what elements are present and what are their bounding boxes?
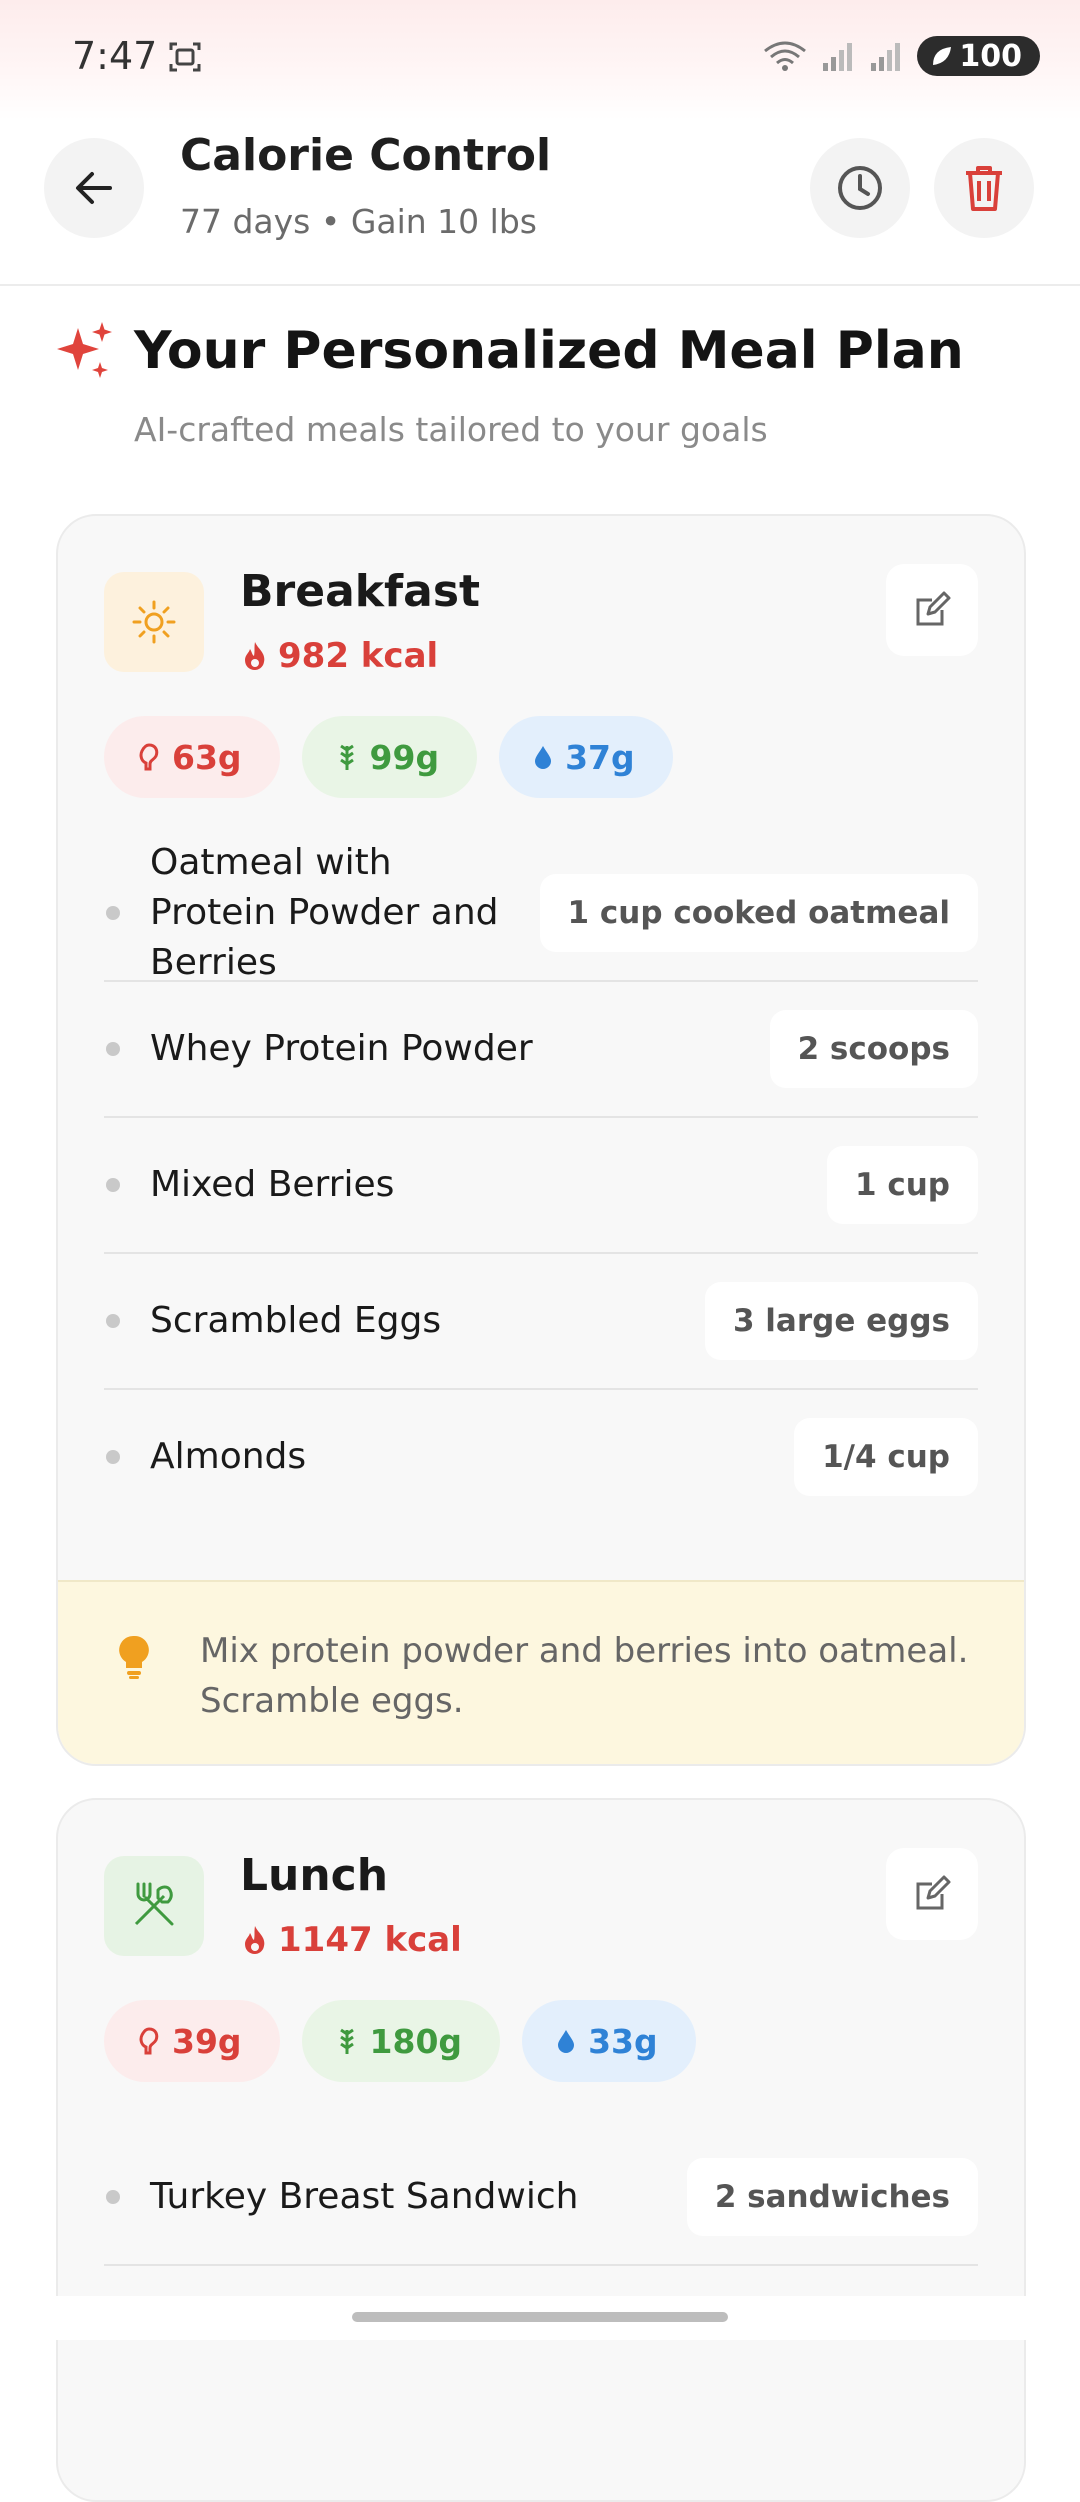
meal-card-lunch: Lunch 1147 kcal 39g 180g 33g Turkey Brea… bbox=[56, 1798, 1026, 2502]
lightbulb-icon bbox=[119, 1635, 149, 1679]
screenshot-icon bbox=[169, 42, 201, 72]
food-item: Turkey Breast Sandwich 2 sandwiches bbox=[104, 2130, 978, 2266]
status-time: 7:47 bbox=[72, 34, 158, 78]
food-quantity: 1 cup cooked oatmeal bbox=[539, 874, 978, 952]
fat-value: 33g bbox=[588, 2021, 658, 2061]
food-name: Oatmeal with Protein Powder and Berries bbox=[150, 842, 499, 983]
protein-chip: 39g bbox=[104, 2000, 280, 2082]
utensils-icon bbox=[134, 1882, 174, 1926]
sparkles-icon bbox=[57, 322, 112, 378]
plan-heading: Your Personalized Meal Plan bbox=[54, 320, 964, 382]
bullet bbox=[106, 1314, 120, 1328]
bullet bbox=[106, 1042, 120, 1056]
app-header: Calorie Control 77 days • Gain 10 lbs bbox=[0, 120, 1080, 286]
bullet bbox=[106, 1178, 120, 1192]
plan-title: Your Personalized Meal Plan bbox=[134, 321, 964, 381]
macro-chips: 39g 180g 33g bbox=[104, 2000, 696, 2082]
gesture-nav-handle[interactable] bbox=[352, 2312, 728, 2322]
food-quantity: 2 scoops bbox=[769, 1010, 978, 1088]
food-quantity: 1/4 cup bbox=[794, 1418, 978, 1496]
edit-meal-button[interactable] bbox=[886, 1848, 978, 1940]
food-quantity: 1 cup bbox=[827, 1146, 978, 1224]
bullet bbox=[106, 2190, 120, 2204]
leaf-icon bbox=[933, 47, 952, 65]
arrow-left-icon bbox=[76, 172, 112, 204]
meal-calories: 1147 kcal bbox=[242, 1920, 462, 1960]
signal-icon bbox=[823, 43, 853, 71]
status-bar: 7:47 100 bbox=[0, 0, 1080, 120]
bullet bbox=[106, 906, 120, 920]
kcal-value: 982 kcal bbox=[278, 636, 439, 676]
fat-value: 37g bbox=[565, 737, 635, 777]
meal-icon-badge bbox=[104, 1856, 204, 1956]
clock-icon bbox=[838, 166, 882, 210]
food-name: Whey Protein Powder bbox=[150, 1028, 533, 1069]
plan-subtitle: AI-crafted meals tailored to your goals bbox=[134, 410, 768, 449]
food-item: Oatmeal with Protein Powder and Berries … bbox=[104, 842, 978, 983]
food-name: Almonds bbox=[150, 1436, 307, 1477]
carbs-chip: 99g bbox=[301, 716, 478, 798]
sun-icon bbox=[132, 600, 176, 644]
system-icons: 100 bbox=[763, 36, 1040, 76]
food-name: Scrambled Eggs bbox=[150, 1300, 442, 1341]
edit-icon bbox=[916, 1875, 951, 1910]
wheat-icon bbox=[339, 744, 354, 770]
food-name: Turkey Breast Sandwich bbox=[150, 2176, 579, 2217]
macro-chips: 63g 99g 37g bbox=[104, 716, 673, 798]
protein-chip: 63g bbox=[104, 716, 280, 798]
flame-icon bbox=[245, 642, 265, 670]
food-list: Oatmeal with Protein Powder and Berries … bbox=[104, 842, 978, 1524]
food-name: Mixed Berries bbox=[150, 1164, 395, 1205]
meal-card-breakfast: Breakfast 982 kcal 63g 99g 37g Oatmeal w… bbox=[56, 514, 1026, 1766]
protein-icon bbox=[139, 2027, 159, 2055]
tip-text: Mix protein powder and berries into oatm… bbox=[200, 1631, 969, 1721]
meal-name: Lunch bbox=[240, 1850, 389, 1901]
wifi-icon bbox=[764, 41, 807, 71]
flame-icon bbox=[245, 1926, 265, 1954]
delete-button[interactable] bbox=[934, 138, 1034, 238]
droplet-icon bbox=[535, 746, 552, 769]
food-item: Whey Protein Powder 2 scoops bbox=[104, 982, 978, 1118]
protein-value: 39g bbox=[172, 2021, 242, 2061]
food-item: Scrambled Eggs 3 large eggs bbox=[104, 1254, 978, 1390]
carbs-value: 180g bbox=[369, 2021, 463, 2061]
food-list: Turkey Breast Sandwich 2 sandwiches bbox=[104, 2130, 978, 2266]
battery-indicator: 100 bbox=[917, 36, 1040, 76]
edit-meal-button[interactable] bbox=[886, 564, 978, 656]
fat-chip: 33g bbox=[522, 2000, 696, 2082]
droplet-icon bbox=[558, 2030, 575, 2053]
food-item: Mixed Berries 1 cup bbox=[104, 1118, 978, 1254]
food-quantity: 2 sandwiches bbox=[686, 2158, 978, 2236]
food-quantity: 3 large eggs bbox=[704, 1282, 978, 1360]
history-button[interactable] bbox=[810, 138, 910, 238]
meal-calories: 982 kcal bbox=[242, 636, 438, 676]
meal-tip: Mix protein powder and berries into oatm… bbox=[58, 1580, 1024, 1764]
meal-icon-badge bbox=[104, 572, 204, 672]
back-button[interactable] bbox=[44, 138, 144, 238]
protein-icon bbox=[139, 743, 159, 771]
signal-icon-2 bbox=[871, 43, 901, 71]
trash-icon bbox=[966, 166, 1002, 211]
protein-value: 63g bbox=[172, 737, 242, 777]
battery-level: 100 bbox=[959, 38, 1022, 74]
fat-chip: 37g bbox=[499, 716, 673, 798]
bullet bbox=[106, 1450, 120, 1464]
food-item: Almonds 1/4 cup bbox=[104, 1390, 978, 1524]
carbs-chip: 180g bbox=[301, 2000, 501, 2082]
page-subtitle: 77 days • Gain 10 lbs bbox=[180, 202, 537, 241]
page-title: Calorie Control bbox=[180, 130, 552, 181]
carbs-value: 99g bbox=[369, 737, 440, 777]
edit-icon bbox=[916, 591, 951, 626]
kcal-value: 1147 kcal bbox=[278, 1920, 462, 1960]
meal-name: Breakfast bbox=[240, 566, 481, 617]
wheat-icon bbox=[339, 2028, 354, 2054]
